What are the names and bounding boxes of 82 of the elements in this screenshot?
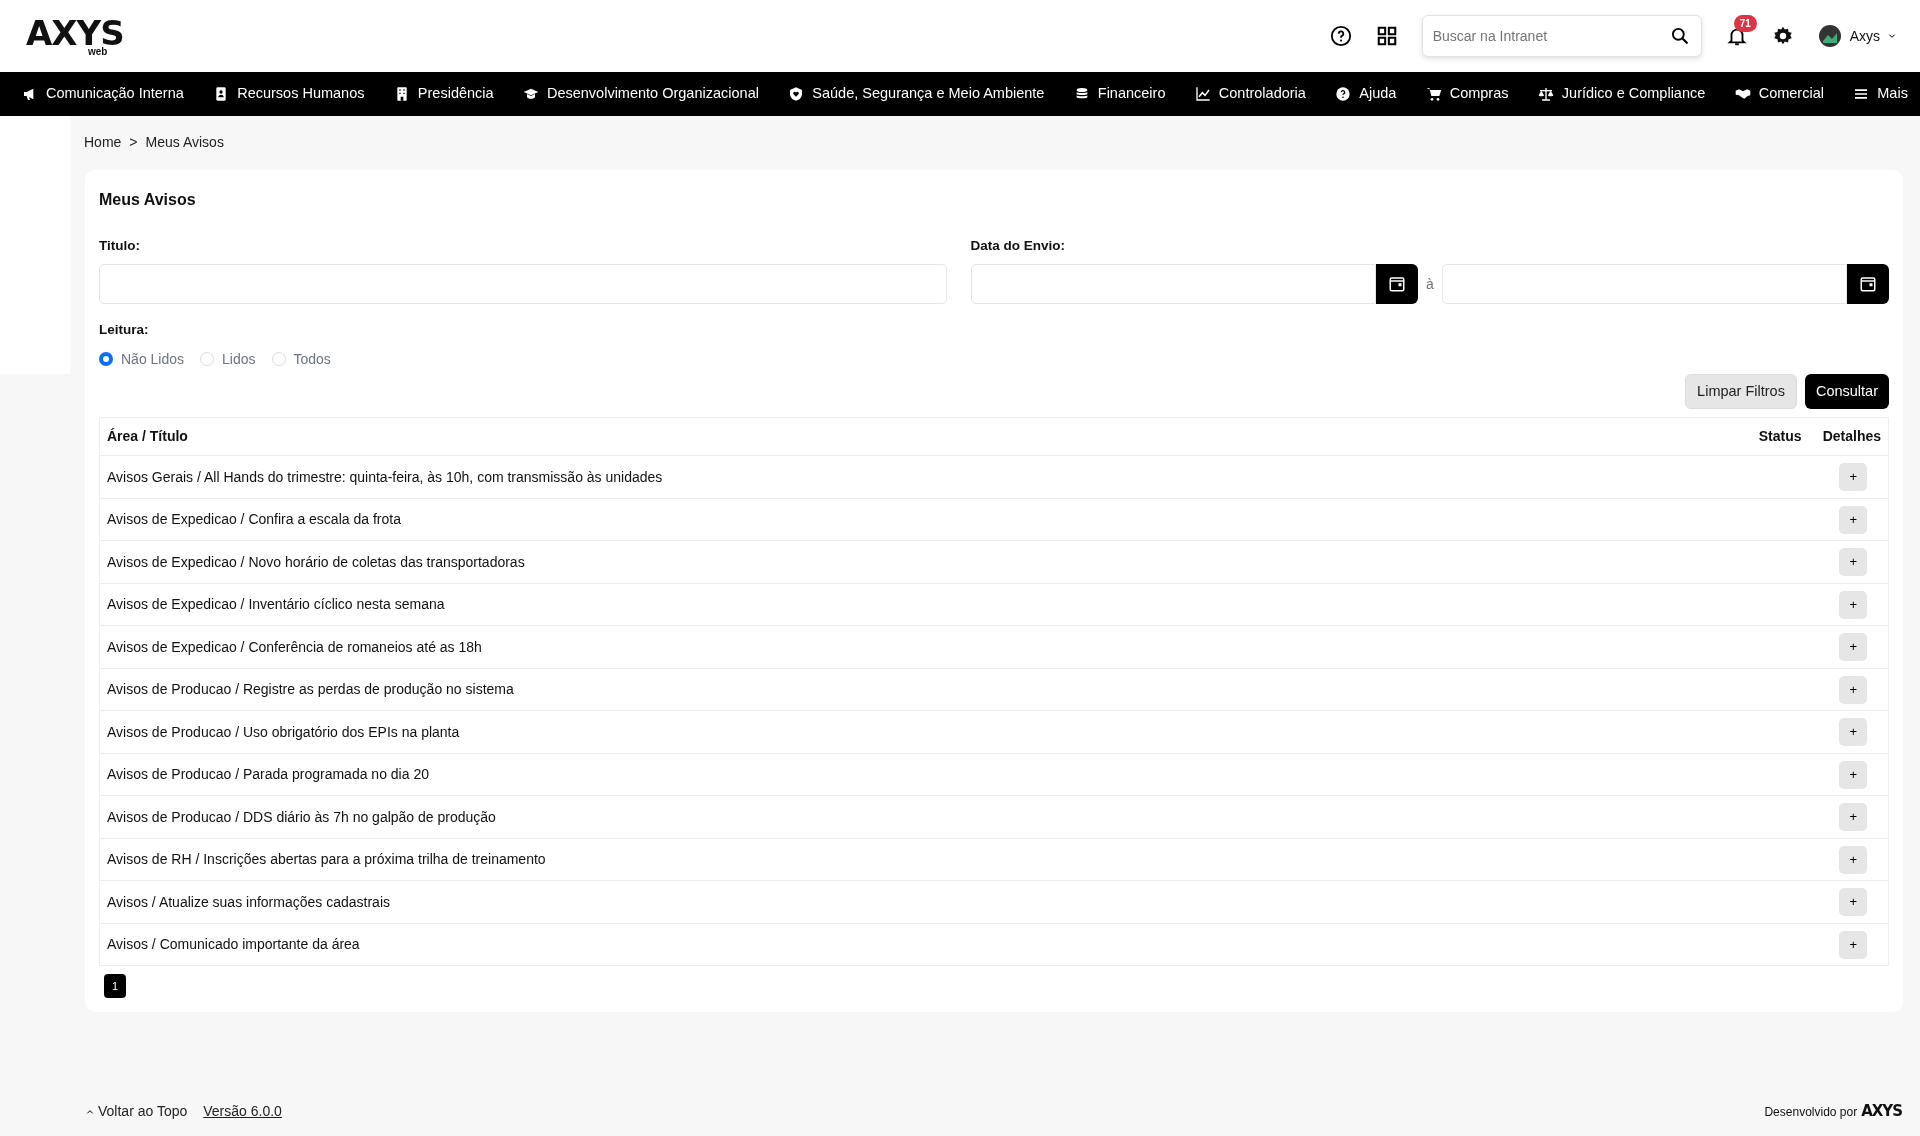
details-button[interactable]: + bbox=[1839, 718, 1868, 746]
table-cell: Avisos de Expedicao / Confira a escala da frota bbox=[99, 498, 1729, 541]
search-button[interactable]: Consultar bbox=[1804, 373, 1889, 410]
nav-link[interactable]: Comunicação Interna bbox=[22, 83, 184, 105]
date-field[interactable] bbox=[1441, 264, 1848, 305]
user-menu[interactable]: Axys bbox=[1817, 24, 1896, 48]
caret-icon bbox=[1888, 32, 1896, 40]
apps-grid-icon bbox=[1375, 25, 1398, 47]
table-cell: Avisos de Expedicao / Inventário cíclico nesta semana bbox=[99, 583, 1729, 626]
table-cell: Avisos / Comunicado importante da área bbox=[99, 923, 1729, 966]
table-cell: Avisos de Producao / Parada programada no dia 20 bbox=[99, 753, 1729, 796]
breadcrumb-item: Meus Avisos bbox=[145, 133, 224, 152]
table-cell: Avisos de Expedicao / Conferência de romaneios até as 18h bbox=[99, 625, 1729, 669]
calendar-button[interactable] bbox=[1375, 264, 1418, 305]
details-button[interactable]: + bbox=[1839, 930, 1868, 959]
notification-badge: 71 bbox=[1733, 14, 1757, 32]
details-button[interactable]: + bbox=[1839, 675, 1868, 704]
column-header: Área / Título bbox=[99, 417, 1729, 456]
radio-label: Não Lidos bbox=[121, 349, 185, 369]
calendar-icon bbox=[1859, 275, 1878, 294]
nav-link[interactable]: Controladoria bbox=[1194, 83, 1306, 105]
date-separator: à bbox=[1425, 274, 1434, 294]
shield-heart-icon bbox=[788, 86, 805, 102]
table-cell: Avisos de Producao / Registre as perdas de produção no sistema bbox=[99, 668, 1729, 711]
field-label: Leitura: bbox=[99, 321, 150, 340]
version-link[interactable]: Versão 6.0.0 bbox=[203, 1101, 282, 1122]
details-button[interactable]: + bbox=[1839, 590, 1868, 619]
nav-link[interactable]: Recursos Humanos bbox=[213, 83, 365, 105]
details-button[interactable]: + bbox=[1839, 760, 1868, 789]
clear-filters-button[interactable]: Limpar Filtros bbox=[1685, 373, 1797, 410]
calendar-icon bbox=[1387, 275, 1406, 294]
graduation-cap-icon bbox=[522, 86, 539, 102]
input-field[interactable] bbox=[99, 264, 947, 305]
page-button[interactable]: 1 bbox=[104, 974, 126, 999]
breadcrumb-item[interactable]: Home bbox=[84, 132, 122, 170]
details-button[interactable]: + bbox=[1839, 888, 1868, 916]
details-button[interactable]: + bbox=[1839, 845, 1868, 874]
radio-label: Todos bbox=[293, 349, 331, 369]
details-button[interactable]: + bbox=[1839, 803, 1868, 831]
details-button[interactable]: + bbox=[1839, 505, 1868, 534]
column-header: Detalhes bbox=[1808, 417, 1889, 456]
nav-link[interactable]: Saúde, Segurança e Meio Ambiente bbox=[788, 83, 1045, 105]
logo-subtitle: web bbox=[88, 46, 108, 57]
nav-link[interactable]: Compras bbox=[1425, 83, 1509, 105]
line-chart-icon bbox=[1194, 86, 1211, 102]
field-label: Titulo: bbox=[99, 237, 141, 255]
avatar-icon bbox=[1817, 24, 1842, 48]
help-icon bbox=[1335, 86, 1352, 102]
scale-icon bbox=[1537, 86, 1554, 102]
nav-link[interactable]: Desenvolvimento Organizacional bbox=[522, 83, 759, 105]
cart-icon bbox=[1425, 86, 1442, 102]
nav-link[interactable]: Jurídico e Compliance bbox=[1537, 83, 1706, 105]
nav-link[interactable]: Ajuda bbox=[1335, 83, 1397, 105]
radio-button[interactable] bbox=[99, 352, 113, 366]
back-to-top-link[interactable]: Voltar ao Topo bbox=[86, 1101, 188, 1122]
table-cell: Avisos / Atualize suas informações cadastrais bbox=[99, 880, 1729, 924]
table-cell: Avisos de RH / Inscrições abertas para a próxima trilha de treinamento bbox=[99, 838, 1729, 881]
column-header: Status bbox=[1728, 417, 1809, 456]
nav-link[interactable]: Mais bbox=[1853, 83, 1908, 105]
breadcrumb-separator: > bbox=[129, 133, 138, 152]
nav-link[interactable]: Financeiro bbox=[1073, 83, 1166, 105]
details-button[interactable]: + bbox=[1839, 548, 1868, 576]
radio-label: Lidos bbox=[222, 349, 256, 369]
table-cell: Avisos de Producao / Uso obrigatório dos EPIs na planta bbox=[99, 710, 1729, 754]
brand-logo: AXYS bbox=[1861, 1104, 1902, 1119]
calendar-button[interactable] bbox=[1847, 264, 1890, 305]
table-cell: Avisos de Producao / DDS diário às 7h no galpão de produção bbox=[99, 795, 1729, 839]
table-cell: Avisos Gerais / All Hands do trimestre: quinta-feira, às 10h, com transmissão às unidades bbox=[99, 455, 1729, 499]
table-cell: Avisos de Expedicao / Novo horário de coletas das transportadoras bbox=[99, 540, 1729, 584]
developer-credit: Desenvolvido por bbox=[1764, 1103, 1858, 1121]
search-field[interactable]: Buscar na Intranet bbox=[1421, 15, 1702, 57]
nav-link[interactable]: Presidência bbox=[393, 83, 494, 105]
details-button[interactable]: + bbox=[1839, 463, 1868, 491]
search-icon bbox=[1669, 26, 1690, 46]
nav-link[interactable]: Comercial bbox=[1734, 83, 1824, 105]
page-title: Meus Avisos bbox=[99, 190, 197, 210]
help-icon bbox=[1329, 25, 1352, 47]
caret-up-icon bbox=[86, 1107, 94, 1116]
field-label: Data do Envio: bbox=[970, 237, 1067, 255]
details-button[interactable]: + bbox=[1839, 633, 1868, 661]
menu-icon bbox=[1853, 86, 1870, 102]
date-field[interactable] bbox=[970, 264, 1376, 305]
